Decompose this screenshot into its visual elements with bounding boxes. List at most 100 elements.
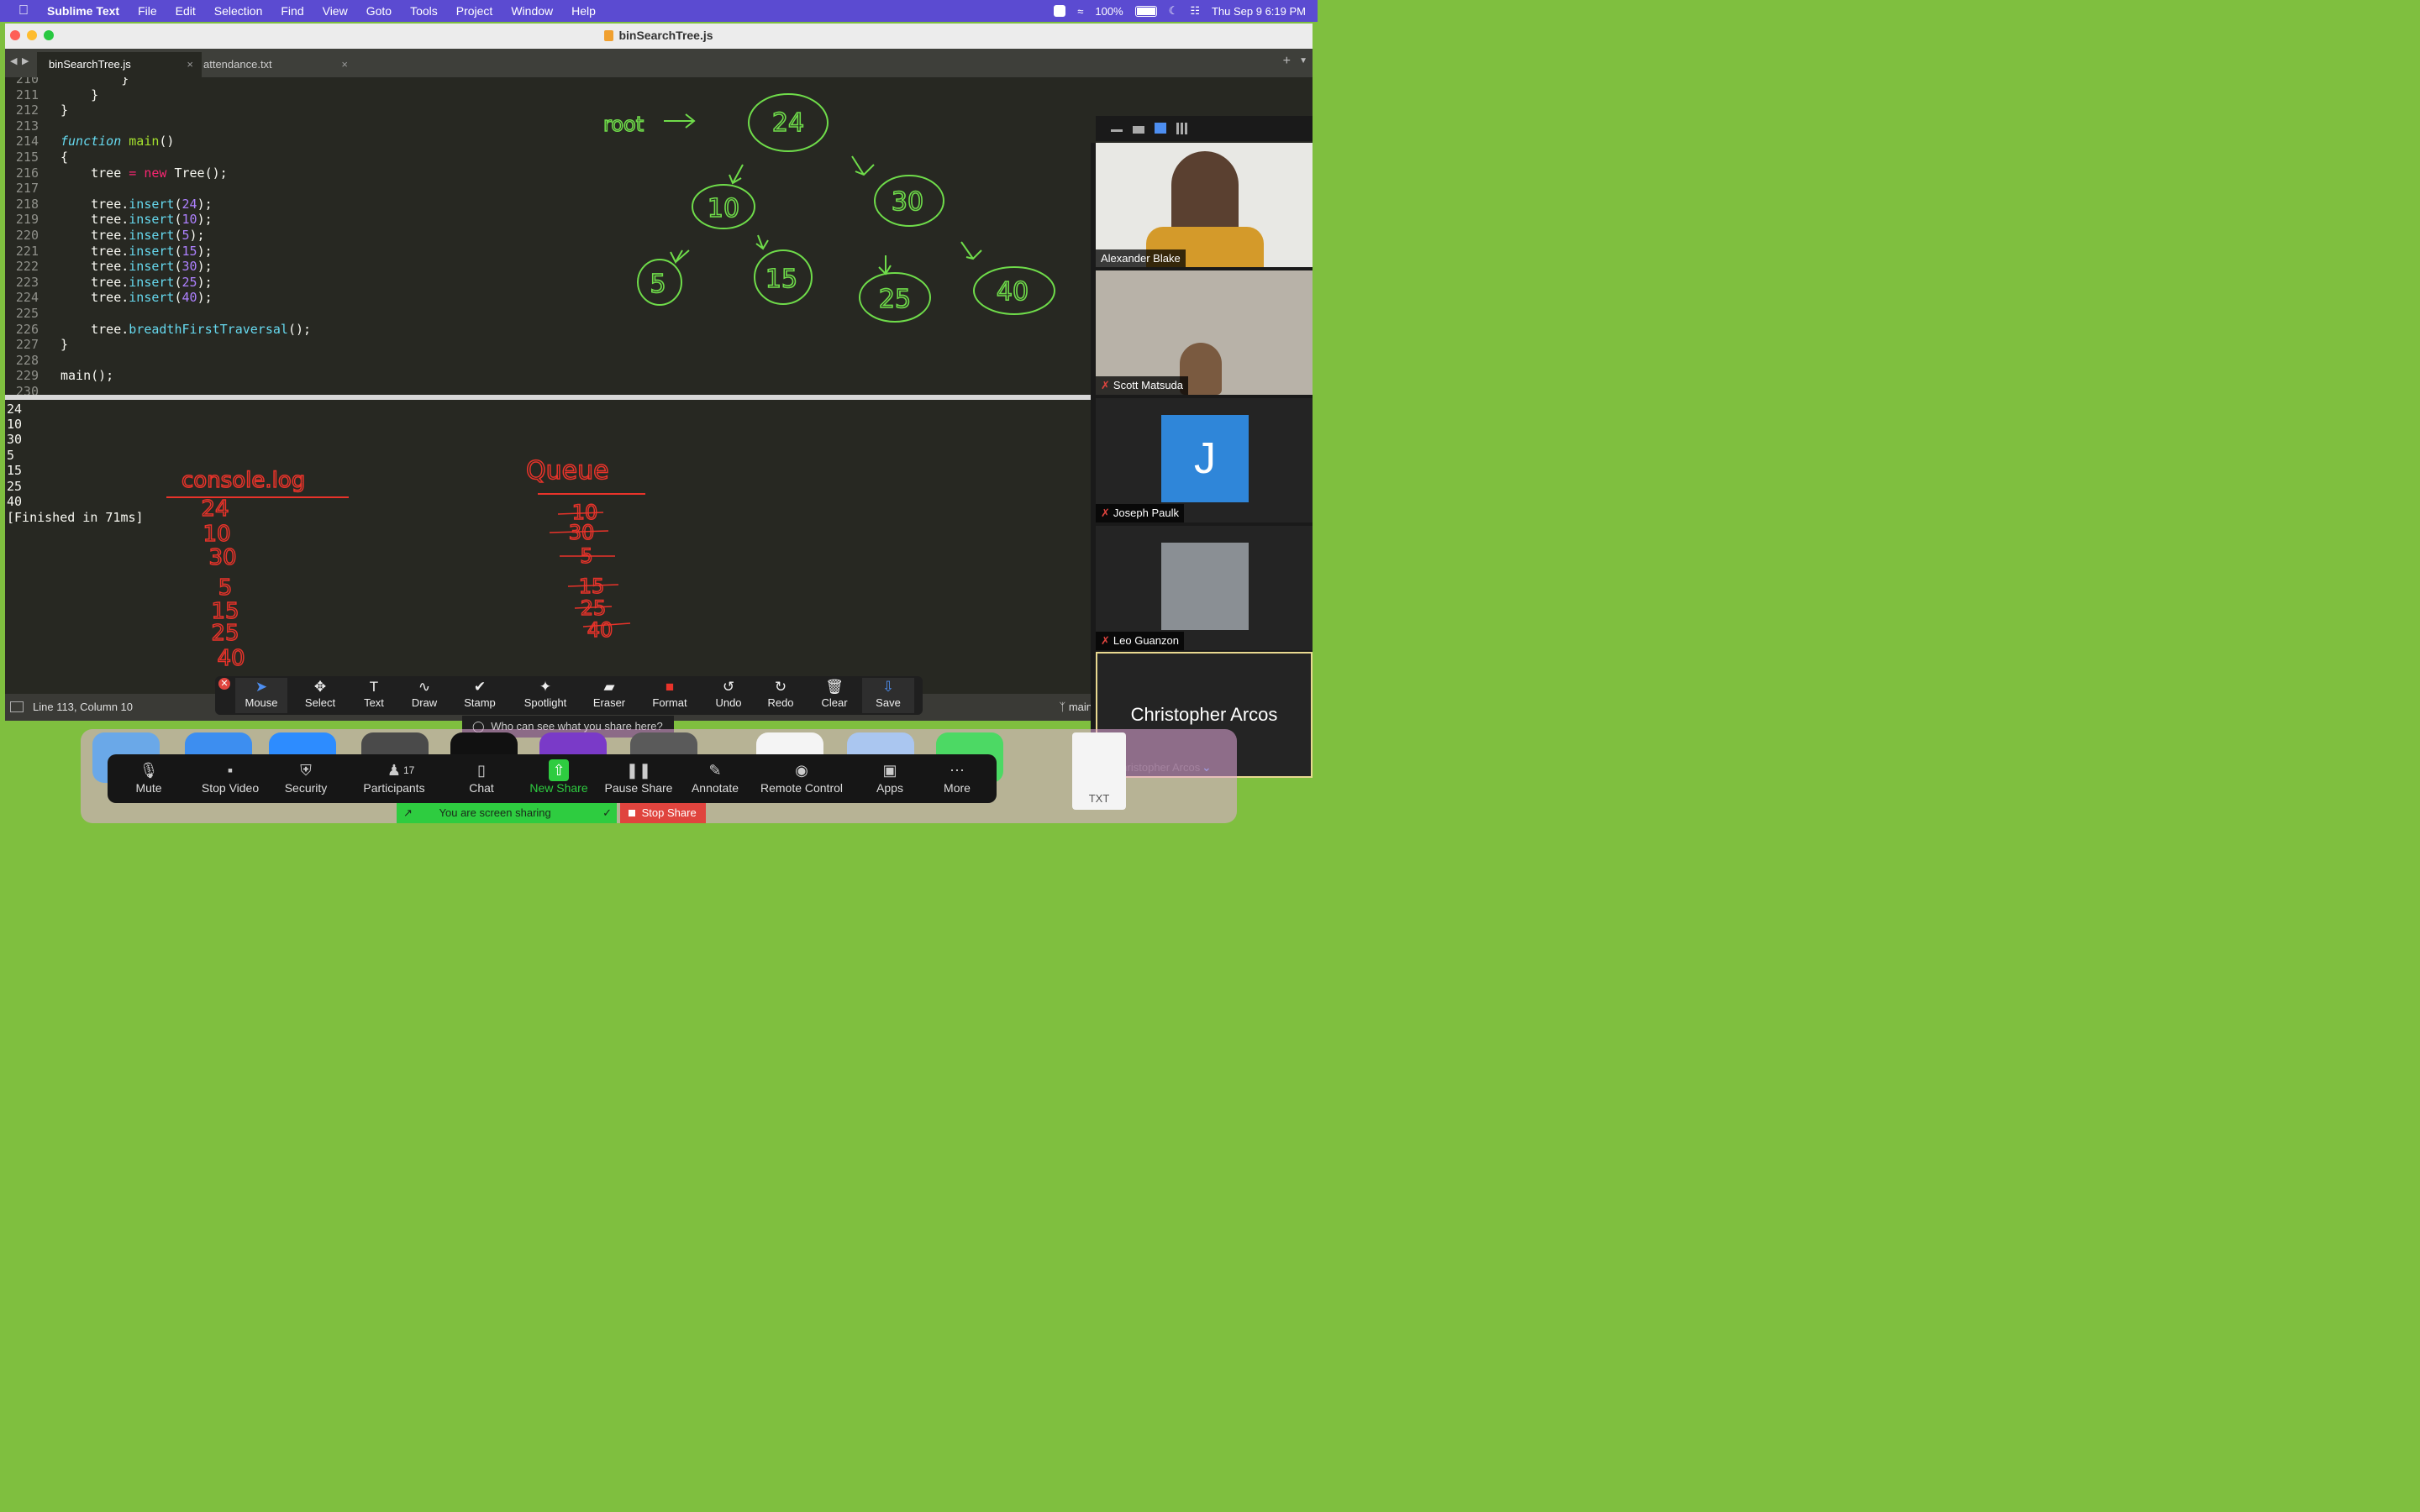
- battery-percent: 100%: [1095, 4, 1123, 18]
- pause-icon: ❚❚: [625, 762, 652, 779]
- apps-button[interactable]: ▣ Apps: [867, 759, 913, 801]
- annotate-toolbar: ✕ ➤ Mouse ✥ Select T Text ∿ Draw ✔ Stamp ✦ Spotligh…: [215, 676, 923, 715]
- shield-check-icon: ✓: [602, 806, 612, 819]
- stop-share-button[interactable]: Stop Share: [620, 803, 706, 823]
- annotate-redo-button[interactable]: ↻ Redo: [755, 678, 807, 713]
- muted-mic-icon: ✗: [1101, 507, 1110, 519]
- chat-button[interactable]: ▯ Chat: [460, 759, 502, 801]
- strip-view-icon[interactable]: [1155, 123, 1166, 134]
- share-icon: ⇧: [549, 759, 569, 781]
- participant-tile[interactable]: Alexander Blake: [1096, 143, 1313, 267]
- apps-icon: ▣: [882, 762, 897, 779]
- redo-icon: ↻: [774, 679, 787, 695]
- queue-value: 40: [587, 618, 613, 642]
- format-icon: ■: [665, 679, 675, 695]
- minimize-gallery-icon[interactable]: [1111, 129, 1123, 132]
- stop-square-icon: [629, 810, 635, 816]
- cursor-position[interactable]: Line 113, Column 10: [33, 701, 133, 713]
- new-tab-icon[interactable]: +: [1283, 54, 1291, 69]
- annotate-label: Stamp: [464, 696, 496, 709]
- toolbar-label: Security: [284, 781, 328, 795]
- annotate-clear-button[interactable]: 🗑 Clear: [808, 678, 860, 713]
- toolbar-label: Chat: [469, 781, 494, 795]
- console-drawing: console.log 24 10 30 5 15 25 40: [166, 467, 349, 672]
- participants-button[interactable]: ♟ 17 Participants: [356, 759, 432, 801]
- annotate-label: Spotlight: [523, 696, 567, 709]
- share-arrow-icon: ↗: [403, 806, 413, 819]
- annotate-eraser-button[interactable]: ▰ Eraser: [583, 678, 635, 713]
- toolbar-label: Remote Control: [760, 781, 844, 795]
- toolbar-label: Annotate: [691, 781, 739, 795]
- people-icon: ♟: [387, 762, 402, 779]
- mic-icon: 🎙: [139, 762, 159, 779]
- annotate-label: Format: [652, 696, 687, 709]
- stop-share-label: Stop Share: [641, 806, 697, 819]
- participant-count: 17: [403, 764, 415, 776]
- console-value: 30: [208, 545, 236, 570]
- root-arrow: [664, 113, 696, 129]
- tab-list-icon[interactable]: ▼: [1299, 56, 1307, 66]
- participant-name: ✗ Joseph Paulk: [1096, 504, 1184, 522]
- muted-mic-icon: ✗: [1101, 379, 1110, 391]
- annotate-save-button[interactable]: ⇩ Save: [862, 678, 914, 713]
- participant-gallery: Alexander Blake ✗ Scott Matsuda J ✗ Joseph…: [1091, 143, 1313, 778]
- moon-icon[interactable]: ☾: [1169, 4, 1179, 18]
- zoom-meeting-toolbar: 🎙 Mute ▪ Stop Video ⛨ Security ♟ 17 Participants…: [108, 754, 997, 803]
- grid-view-icon[interactable]: [1176, 123, 1188, 134]
- sharing-indicator[interactable]: ↗ You are screen sharing ✓: [397, 803, 617, 823]
- tree-edge: [729, 164, 744, 185]
- control-center-icon[interactable]: ☷: [1190, 4, 1200, 18]
- annotate-select-button[interactable]: ✥ Select: [294, 678, 346, 713]
- mute-button[interactable]: 🎙 Mute: [124, 759, 173, 801]
- annotate-spotlight-button[interactable]: ✦ Spotlight: [519, 678, 571, 713]
- annotate-label: Undo: [715, 696, 742, 709]
- shield-icon: ⛨: [300, 762, 312, 779]
- tree-node-label: 25: [879, 285, 911, 314]
- annotate-label: Draw: [411, 696, 438, 709]
- annotate-button[interactable]: ✎ Annotate: [686, 759, 744, 801]
- panel-toggle-icon[interactable]: [10, 701, 24, 712]
- tree-edge: [670, 249, 690, 265]
- console-heading: console.log: [182, 468, 305, 493]
- console-value: 24: [201, 496, 229, 522]
- tree-edge: [755, 234, 769, 250]
- participant-name: ✗ Leo Guanzon: [1096, 632, 1184, 650]
- toolbar-label: New Share: [529, 781, 588, 795]
- annotate-format-button[interactable]: ■ Format: [644, 678, 696, 713]
- annotate-label: Clear: [821, 696, 848, 709]
- battery-icon[interactable]: [1134, 5, 1157, 17]
- avatar: J: [1161, 415, 1249, 502]
- move-icon: ✥: [313, 679, 327, 695]
- screen-share-status-bar: ↗ You are screen sharing ✓ Stop Share: [397, 803, 706, 823]
- stop-video-button[interactable]: ▪ Stop Video: [197, 759, 264, 801]
- annotate-text-button[interactable]: T Text: [348, 678, 400, 713]
- more-button[interactable]: ⋯ More: [931, 759, 983, 801]
- new-share-button[interactable]: ⇧ New Share: [524, 759, 593, 801]
- toolbar-label: Pause Share: [604, 781, 673, 795]
- thumbnail-view-icon[interactable]: [1133, 126, 1144, 134]
- annotate-mouse-button[interactable]: ➤ Mouse: [235, 678, 287, 713]
- chat-icon: ▯: [477, 762, 486, 779]
- root-label: root: [603, 113, 644, 136]
- annotate-draw-button[interactable]: ∿ Draw: [398, 678, 450, 713]
- tree-edge: [851, 155, 875, 176]
- menubar-clock[interactable]: Thu Sep 9 6:19 PM: [1212, 5, 1306, 18]
- participant-tile[interactable]: J ✗ Joseph Paulk: [1096, 398, 1313, 522]
- queue-value: 30: [569, 521, 595, 544]
- annotate-undo-button[interactable]: ↺ Undo: [702, 678, 755, 713]
- annotate-stamp-button[interactable]: ✔ Stamp: [454, 678, 506, 713]
- close-annotate-icon[interactable]: ✕: [218, 678, 230, 690]
- tree-node-label: 15: [765, 265, 797, 294]
- git-branch[interactable]: ᛉ main: [1059, 701, 1092, 713]
- txt-file-icon[interactable]: TXT: [1072, 732, 1126, 810]
- security-button[interactable]: ⛨ Security: [279, 759, 333, 801]
- tree-node-label: 24: [772, 108, 804, 138]
- toolbar-label: Mute: [135, 781, 162, 795]
- pause-share-button[interactable]: ❚❚ Pause Share: [603, 759, 674, 801]
- participant-tile[interactable]: ✗ Scott Matsuda: [1096, 270, 1313, 395]
- queue-drawing: Queue 10 30 5 15 25 40: [525, 455, 645, 643]
- pointer-icon: ➤: [255, 679, 268, 695]
- pencil-icon: ✎: [708, 762, 722, 779]
- remote-control-button[interactable]: ◉ Remote Control: [756, 759, 847, 801]
- participant-tile[interactable]: ✗ Leo Guanzon: [1096, 526, 1313, 650]
